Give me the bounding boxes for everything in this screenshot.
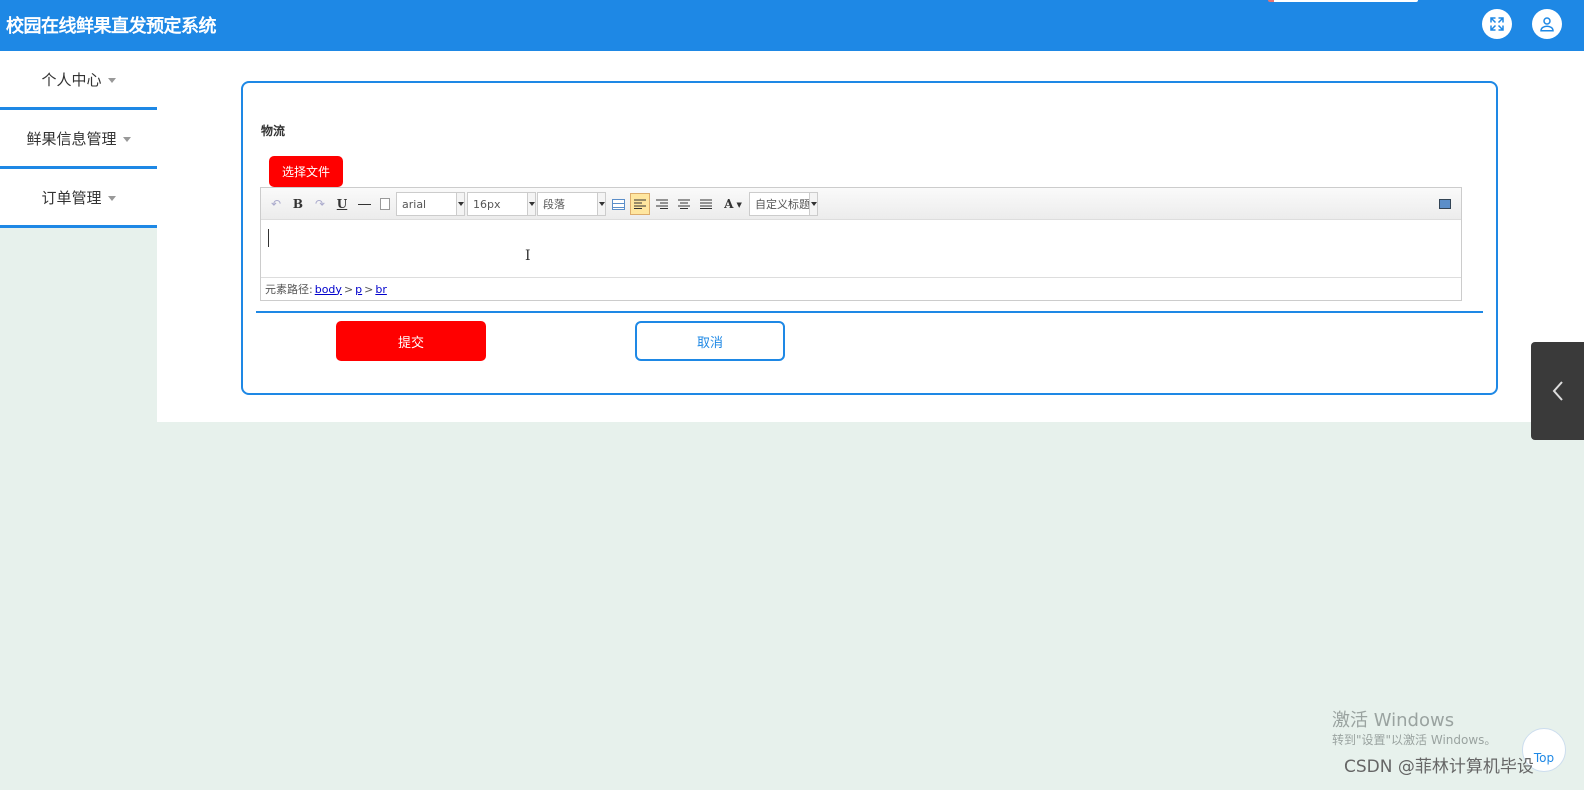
top-bar: 校园在线鲜果直发预定系统 [0, 0, 1584, 51]
expand-icon [1490, 17, 1504, 31]
user-button[interactable] [1532, 9, 1562, 39]
custom-title-value: 自定义标题 [755, 198, 810, 211]
sidebar-item-fruit-management[interactable]: 鲜果信息管理 [0, 110, 157, 169]
windows-activation-title: 激活 Windows [1332, 710, 1455, 731]
element-path-bar: 元素路径: body > p > br [261, 277, 1461, 300]
caret-down-icon [107, 77, 116, 83]
paragraph-value: 段落 [543, 198, 565, 211]
submit-button[interactable]: 提交 [336, 321, 486, 361]
underline-icon[interactable]: U [334, 195, 350, 213]
fullscreen-button[interactable] [1482, 9, 1512, 39]
align-left-icon[interactable] [630, 193, 650, 215]
font-color-icon[interactable]: A ▼ [721, 195, 745, 213]
text-caret [268, 229, 269, 247]
horizontal-rule-icon[interactable] [355, 195, 373, 213]
redo-icon[interactable]: ↷ [312, 195, 328, 213]
path-separator: > [364, 282, 374, 296]
cancel-button[interactable]: 取消 [635, 321, 785, 361]
chevron-down-icon [597, 193, 605, 215]
font-family-select[interactable]: arial [396, 192, 465, 216]
font-family-value: arial [402, 197, 427, 211]
path-link-br[interactable]: br [375, 283, 387, 296]
undo-icon[interactable]: ↶ [268, 195, 284, 213]
paragraph-select[interactable]: 段落 [537, 192, 606, 216]
caret-down-icon [107, 195, 116, 201]
page-icon[interactable] [378, 195, 392, 213]
align-justify-icon[interactable] [698, 195, 714, 213]
rich-text-editor: ↶ B ↷ U arial 16px 段落 A ▼ 自定义标题 I 元素路径: … [260, 187, 1462, 301]
bold-icon[interactable]: B [290, 195, 306, 213]
form-divider [256, 311, 1483, 313]
logistics-label: 物流 [261, 124, 286, 138]
sidebar-item-label: 个人中心 [41, 70, 102, 89]
custom-title-select[interactable]: 自定义标题 [749, 192, 818, 216]
element-path-label: 元素路径: [265, 283, 313, 296]
chevron-down-icon [456, 193, 464, 215]
chevron-left-icon [1552, 381, 1563, 401]
chevron-down-icon [527, 193, 535, 215]
path-link-body[interactable]: body [315, 283, 342, 296]
ibeam-cursor-icon: I [525, 248, 531, 264]
align-right-icon[interactable] [654, 195, 670, 213]
sidebar: 个人中心 鲜果信息管理 订单管理 [0, 51, 157, 228]
font-size-select[interactable]: 16px [467, 192, 536, 216]
path-link-p[interactable]: p [355, 283, 362, 296]
sidebar-item-label: 订单管理 [41, 188, 102, 207]
user-icon [1540, 17, 1554, 32]
app-title: 校园在线鲜果直发预定系统 [6, 16, 217, 37]
preview-icon[interactable] [1437, 195, 1453, 213]
sidebar-item-order-management[interactable]: 订单管理 [0, 169, 157, 228]
editor-toolbar: ↶ B ↷ U arial 16px 段落 A ▼ 自定义标题 [261, 188, 1461, 220]
caret-down-icon [122, 136, 131, 142]
sidebar-item-label: 鲜果信息管理 [26, 129, 117, 148]
chevron-down-icon [809, 193, 817, 215]
path-separator: > [343, 282, 354, 296]
logistics-form: 物流 选择文件 ↶ B ↷ U arial 16px 段落 A ▼ 自定义标题 … [241, 81, 1498, 395]
windows-activation-subtitle: 转到"设置"以激活 Windows。 [1332, 733, 1497, 747]
align-center-icon[interactable] [676, 195, 692, 213]
table-icon[interactable] [610, 195, 626, 213]
font-size-value: 16px [473, 197, 501, 211]
csdn-watermark: CSDN @菲林计算机毕设 [1344, 757, 1534, 777]
editor-content-area[interactable]: I [261, 220, 1461, 277]
sidebar-item-personal-center[interactable]: 个人中心 [0, 51, 157, 110]
choose-file-button[interactable]: 选择文件 [269, 156, 343, 187]
main-content: 物流 选择文件 ↶ B ↷ U arial 16px 段落 A ▼ 自定义标题 … [157, 51, 1584, 422]
collapse-panel-button[interactable] [1531, 342, 1584, 440]
top-popup-edge [1268, 0, 1418, 2]
